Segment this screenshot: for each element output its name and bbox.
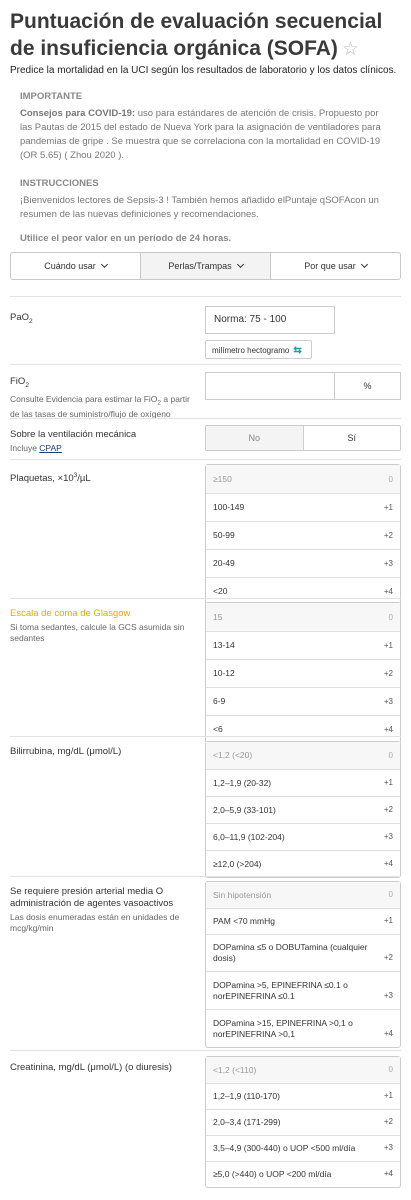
option-map-1[interactable]: PAM <70 mmHg +1 [206, 908, 400, 934]
star-outline-icon[interactable]: ☆ [342, 39, 359, 60]
option-map-4[interactable]: DOPamina >15, EPINEFRINA >0,1 o norEPINE… [206, 1009, 400, 1047]
option-glasgow-2[interactable]: 10-12 +2 [206, 659, 400, 687]
pao2-placeholder: Norma: 75 - 100 [214, 314, 287, 325]
option-bilirubin-0[interactable]: <1,2 (<20) 0 [206, 742, 400, 769]
option-glasgow-4[interactable]: <6 +4 [206, 715, 400, 743]
divider [10, 876, 401, 877]
option-bilirubin-1[interactable]: 1,2–1,9 (20-32) +1 [206, 769, 400, 796]
divider [10, 364, 401, 365]
fio2-label: FiO2 Consulte Evidencia para estimar la … [10, 376, 195, 420]
fio2-input[interactable] [206, 373, 335, 399]
important-heading: IMPORTANTE [20, 91, 83, 102]
divider [10, 736, 401, 737]
fio2-unit: % [363, 381, 372, 391]
pao2-unit: milímetro hectogramo [212, 346, 290, 355]
creatinine-options: <1,2 (<110) 0 1,2–1,9 (110-170) +1 2,0–3,4… [205, 1056, 401, 1188]
tab-label: Por que usar [304, 261, 356, 271]
cpap-link[interactable]: CPAP [39, 443, 62, 453]
platelets-label: Plaquetas, ×103/µL [10, 472, 91, 485]
option-glasgow-1[interactable]: 13-14 +1 [206, 631, 400, 659]
tab-por-que-usar[interactable]: Por que usar [271, 253, 400, 279]
pao2-input[interactable]: Norma: 75 - 100 [205, 306, 335, 334]
bilirubin-options: <1,2 (<20) 0 1,2–1,9 (20-32) +1 2,0–5,9 (3… [205, 741, 401, 878]
option-glasgow-0[interactable]: 15 0 [206, 603, 400, 631]
chevron-down-icon [236, 260, 244, 269]
glasgow-label: Escala de coma de Glasgow Si toma sedant… [10, 608, 195, 644]
divider [10, 459, 401, 460]
pao2-label: PaO2 [10, 312, 33, 325]
divider [10, 1050, 401, 1051]
ventilation-no-option[interactable]: No [206, 426, 304, 450]
platelets-options: ≥150 0 100-149 +1 50-99 +2 20-49 +3 <20 +4 [205, 464, 401, 606]
tab-perlas-trampas[interactable]: Perlas/Trampas [141, 253, 271, 279]
option-bilirubin-2[interactable]: 2,0–5,9 (33-101) +2 [206, 796, 400, 823]
option-platelets-0[interactable]: ≥150 0 [206, 465, 400, 493]
ventilation-toggle: No Sí [205, 425, 401, 451]
map-note: Las dosis enumeradas están en unidades d… [10, 912, 180, 933]
option-platelets-1[interactable]: 100-149 +1 [206, 493, 400, 521]
divider [10, 598, 401, 599]
divider [10, 418, 401, 419]
instructions-section: INSTRUCCIONES ¡Bienvenidos lectores de S… [20, 177, 392, 246]
info-tabs: Cuándo usar Perlas/Trampas Por que usar [10, 252, 401, 280]
option-map-3[interactable]: DOPamina >5, EPINEFRINA ≤0.1 o norEPINEF… [206, 971, 400, 1009]
option-creatinine-0[interactable]: <1,2 (<110) 0 [206, 1057, 400, 1083]
glasgow-options: 15 0 13-14 +1 10-12 +2 6-9 +3 <6 +4 [205, 602, 401, 744]
instructions-emphasis: Utilice el peor valor en un período de 2… [20, 233, 232, 244]
option-bilirubin-4[interactable]: ≥12,0 (>204) +4 [206, 850, 400, 877]
important-section: IMPORTANTE Consejos para COVID-19: uso p… [20, 90, 392, 163]
fio2-note: Consulte Evidencia para estimar la FiO2 … [10, 393, 190, 419]
creatinine-label: Creatinina, mg/dL (μmol/L) (o diuresis) [10, 1062, 172, 1073]
option-platelets-3[interactable]: 20-49 +3 [206, 549, 400, 577]
divider [10, 296, 401, 297]
option-map-0[interactable]: Sin hipotensión 0 [206, 882, 400, 908]
fio2-field: % [205, 372, 401, 400]
option-platelets-4[interactable]: <20 +4 [206, 577, 400, 605]
ventilation-note: Incluye CPAP [10, 443, 62, 453]
chevron-down-icon [360, 260, 368, 269]
swap-arrows-icon: ⇆ [293, 345, 302, 356]
instructions-text: ¡Bienvenidos lectores de Sepsis-3 ! Tamb… [20, 195, 379, 220]
page-title: Puntuación de evaluación secuencial de i… [10, 10, 383, 60]
option-creatinine-4[interactable]: ≥5,0 (>440) o UOP <200 ml/día +4 [206, 1161, 400, 1187]
important-text: Consejos para COVID-19: uso para estánda… [20, 107, 392, 163]
option-glasgow-3[interactable]: 6-9 +3 [206, 687, 400, 715]
chevron-down-icon [100, 260, 108, 269]
map-options: Sin hipotensión 0 PAM <70 mmHg +1 DOPamina… [205, 881, 401, 1048]
option-creatinine-2[interactable]: 2,0–3,4 (171-299) +2 [206, 1109, 400, 1135]
option-creatinine-3[interactable]: 3,5–4,9 (300-440) o UOP <500 ml/día +3 [206, 1135, 400, 1161]
instructions-heading: INSTRUCCIONES [20, 178, 99, 189]
ventilation-label: Sobre la ventilación mecánica Incluye CP… [10, 429, 195, 454]
map-label: Se requiere presión arterial media O adm… [10, 886, 195, 934]
tab-cuando-usar[interactable]: Cuándo usar [11, 253, 141, 279]
option-map-2[interactable]: DOPamina ≤5 o DOBUTamina (cualquier dosi… [206, 934, 400, 971]
tab-label: Cuándo usar [44, 261, 96, 271]
page-subtitle: Predice la mortalidad en la UCI según lo… [10, 65, 397, 76]
important-lead: Consejos para COVID-19: [20, 108, 136, 119]
option-creatinine-1[interactable]: 1,2–1,9 (110-170) +1 [206, 1083, 400, 1109]
option-bilirubin-3[interactable]: 6,0–11,9 (102-204) +3 [206, 823, 400, 850]
pao2-unit-toggle[interactable]: milímetro hectogramo ⇆ [205, 340, 312, 359]
ventilation-yes-option[interactable]: Sí [304, 426, 401, 450]
tab-label: Perlas/Trampas [168, 261, 232, 271]
bilirubin-label: Bilirrubina, mg/dL (μmol/L) [10, 746, 122, 757]
glasgow-note: Si toma sedantes, calcule la GCS asumida… [10, 622, 185, 643]
option-platelets-2[interactable]: 50-99 +2 [206, 521, 400, 549]
